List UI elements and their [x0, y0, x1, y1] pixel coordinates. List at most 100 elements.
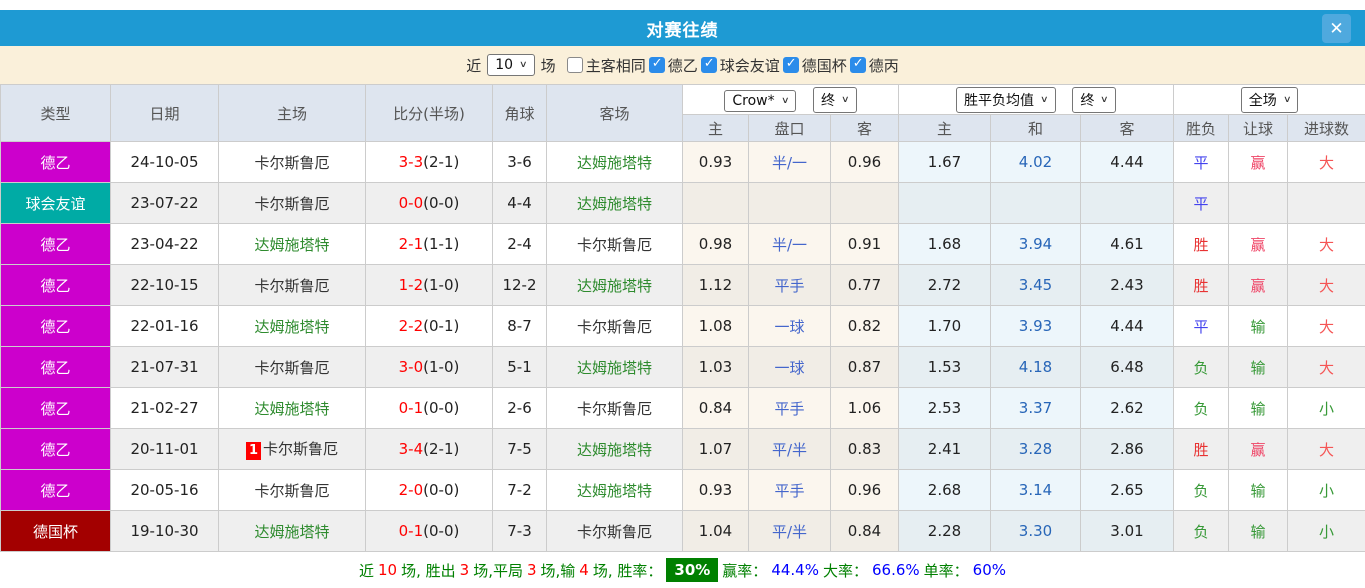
cell-avg-away-odds: 6.48 — [1080, 346, 1174, 388]
league-label-3: 德丙 — [868, 56, 899, 75]
cell-avg-draw-odds: 3.93 — [990, 305, 1081, 347]
sub-header-avg-home: 主 — [898, 114, 991, 142]
chevron-down-icon: ∨ — [1282, 94, 1292, 105]
cell-avg-away-odds: 2.86 — [1080, 428, 1174, 470]
cell-goals-result: 大 — [1287, 223, 1365, 265]
cell-date: 22-10-15 — [110, 264, 219, 306]
avg-stage-select[interactable]: 终 ∨ — [1072, 86, 1116, 113]
sub-header-avg-draw: 和 — [990, 114, 1081, 142]
match-row: 德乙 21-07-31 卡尔斯鲁厄 3-0(1-0) 5-1 达姆施塔特 1.03 一球 0.8… — [0, 346, 1365, 388]
cell-avg-home-odds: 2.41 — [898, 428, 991, 470]
page-title: 对赛往绩 — [646, 20, 719, 41]
cell-home-team: 达姆施塔特 — [218, 223, 366, 265]
cell-corners: 8-7 — [492, 305, 547, 347]
scope-group-header: 全场 ∨ — [1173, 84, 1365, 115]
match-row: 德乙 20-11-01 1 卡尔斯鲁厄 3-4(2-1) 7-5 达姆施塔特 1.07 平/半 0… — [0, 428, 1365, 470]
league-label-2: 德国杯 — [801, 56, 847, 75]
same-side-checkbox[interactable] — [566, 57, 583, 73]
close-icon: ✕ — [1329, 18, 1344, 39]
cell-competition: 德乙 — [0, 428, 111, 470]
sub-header-goals: 进球数 — [1287, 114, 1365, 142]
cell-handicap-result — [1228, 182, 1288, 224]
matches-table: 类型 日期 主场 比分(半场) 角球 客场 Crow* ∨ 终 ∨ 胜平负均值 … — [0, 84, 1365, 552]
cell-corners: 12-2 — [492, 264, 547, 306]
league-checkbox-2[interactable] — [782, 56, 799, 73]
cell-goals-result: 大 — [1287, 346, 1365, 388]
cell-crow-home-odds: 0.84 — [682, 387, 749, 429]
cell-date: 21-07-31 — [110, 346, 219, 388]
avg-select[interactable]: 胜平负均值 ∨ — [956, 86, 1056, 113]
cell-competition: 德乙 — [0, 387, 111, 429]
cell-competition: 德乙 — [0, 346, 111, 388]
cell-avg-home-odds: 1.53 — [898, 346, 991, 388]
cell-goals-result: 大 — [1287, 264, 1365, 306]
cell-crow-away-odds: 1.06 — [830, 387, 899, 429]
cell-avg-away-odds — [1080, 182, 1174, 224]
league-label-0: 德乙 — [667, 56, 698, 75]
cell-handicap: 平手 — [748, 264, 831, 306]
cell-away-team: 卡尔斯鲁厄 — [546, 305, 683, 347]
cell-crow-away-odds: 0.77 — [830, 264, 899, 306]
cell-handicap — [748, 182, 831, 224]
cell-avg-home-odds: 1.67 — [898, 141, 991, 183]
sub-header-result: 胜负 — [1173, 114, 1229, 142]
cell-crow-away-odds: 0.96 — [830, 469, 899, 511]
cell-competition: 球会友谊 — [0, 182, 111, 224]
sub-header-handicap: 盘口 — [748, 114, 831, 142]
cell-home-team: 达姆施塔特 — [218, 387, 366, 429]
title-bar: 对赛往绩 ✕ — [0, 10, 1365, 46]
cell-handicap: 平手 — [748, 469, 831, 511]
cell-handicap-result: 输 — [1228, 346, 1288, 388]
cell-avg-draw-odds: 3.28 — [990, 428, 1081, 470]
cell-corners: 5-1 — [492, 346, 547, 388]
bookmaker-stage-select[interactable]: 终 ∨ — [813, 86, 857, 113]
cell-handicap: 半/一 — [748, 223, 831, 265]
cell-goals-result: 小 — [1287, 469, 1365, 511]
scope-select[interactable]: 全场 ∨ — [1240, 86, 1299, 113]
cell-avg-home-odds: 1.68 — [898, 223, 991, 265]
cell-date: 20-05-16 — [110, 469, 219, 511]
cell-date: 20-11-01 — [110, 428, 219, 470]
summary-total: 10 — [378, 561, 398, 579]
cell-home-team: 达姆施塔特 — [218, 305, 366, 347]
big-rate-value: 66.6% — [871, 561, 920, 579]
close-button[interactable]: ✕ — [1322, 14, 1351, 43]
cell-corners: 4-4 — [492, 182, 547, 224]
cell-score: 0-1(0-0) — [365, 387, 493, 429]
match-row: 德国杯 19-10-30 达姆施塔特 0-1(0-0) 7-3 卡尔斯鲁厄 1.04 平/半 0… — [0, 510, 1365, 552]
cell-avg-home-odds: 2.68 — [898, 469, 991, 511]
cell-home-team: 卡尔斯鲁厄 — [218, 141, 366, 183]
col-header-corner: 角球 — [492, 84, 547, 142]
summary-lead: 近 — [358, 561, 374, 580]
cell-result: 平 — [1173, 305, 1229, 347]
cell-crow-home-odds: 1.03 — [682, 346, 749, 388]
single-rate-value: 60% — [972, 561, 1006, 579]
chevron-down-icon: ∨ — [841, 94, 850, 105]
cell-handicap-result: 赢 — [1228, 223, 1288, 265]
cell-handicap: 平手 — [748, 387, 831, 429]
cell-avg-away-odds: 2.62 — [1080, 387, 1174, 429]
match-row: 德乙 23-04-22 达姆施塔特 2-1(1-1) 2-4 卡尔斯鲁厄 0.98 半/一 0.… — [0, 223, 1365, 265]
match-row: 德乙 21-02-27 达姆施塔特 0-1(0-0) 2-6 卡尔斯鲁厄 0.84 平手 1.0… — [0, 387, 1365, 429]
cell-avg-home-odds: 2.53 — [898, 387, 991, 429]
recent-count-select[interactable]: 10 ∨ — [487, 54, 535, 76]
league-checkbox-3[interactable] — [849, 56, 866, 73]
league-checkbox-0[interactable] — [648, 56, 665, 73]
league-checkbox-1[interactable] — [700, 56, 717, 73]
cell-corners: 7-5 — [492, 428, 547, 470]
col-header-home: 主场 — [218, 84, 366, 142]
cell-crow-away-odds: 0.84 — [830, 510, 899, 552]
cell-away-team: 达姆施塔特 — [546, 264, 683, 306]
cell-corners: 3-6 — [492, 141, 547, 183]
cell-away-team: 达姆施塔特 — [546, 428, 683, 470]
cell-away-team: 达姆施塔特 — [546, 346, 683, 388]
cell-handicap-result: 输 — [1228, 469, 1288, 511]
single-rate-label: 单率： — [923, 561, 969, 580]
cell-avg-draw-odds: 3.94 — [990, 223, 1081, 265]
cell-date: 23-04-22 — [110, 223, 219, 265]
cell-crow-home-odds: 0.93 — [682, 469, 749, 511]
summary-wins: 3 — [459, 561, 470, 579]
bookmaker-select[interactable]: Crow* ∨ — [724, 89, 797, 112]
sub-header-crow-home: 主 — [682, 114, 749, 142]
cell-goals-result: 大 — [1287, 141, 1365, 183]
